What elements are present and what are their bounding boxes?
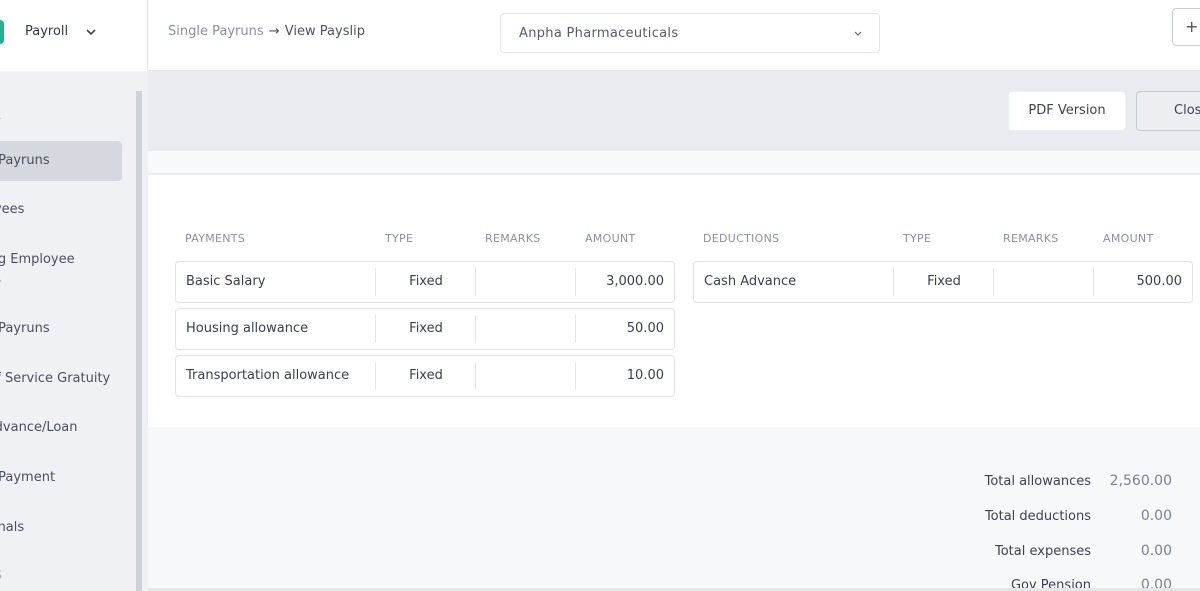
total-deductions-value: 0.00 (1140, 508, 1172, 524)
sidebar-item-label: Of Service Gratuity (0, 371, 111, 386)
deductions-remarks-header: REMARKS (1003, 232, 1059, 245)
deduction-name: Cash Advance (704, 274, 797, 289)
payment-remarks (476, 262, 576, 302)
total-allowances-label: Total allowances (984, 474, 1091, 489)
payment-remarks (476, 356, 576, 396)
sidebar-item-employees[interactable]: oyees (0, 200, 122, 220)
payment-row: Basic Salary Fixed 3,000.00 (175, 261, 675, 303)
brand-switcher[interactable]: Payroll (0, 0, 148, 71)
deduction-type: Fixed (927, 274, 961, 289)
pdf-version-button[interactable]: PDF Version (1008, 91, 1126, 131)
close-button[interactable]: Close (1136, 91, 1200, 131)
top-bar: Payroll Single Payruns → View Payslip An… (0, 0, 1200, 71)
sidebar-item-bulk-payruns[interactable]: e Payruns (0, 319, 122, 339)
sidebar-item-additionals[interactable]: ionals (0, 518, 122, 538)
brand-logo (0, 20, 4, 44)
sidebar-item-end-of-service-gratuity[interactable]: Of Service Gratuity (0, 369, 122, 389)
payments-remarks-header: REMARKS (485, 232, 541, 245)
payment-amount: 50.00 (626, 321, 664, 336)
sidebar-item-advance-loan[interactable]: Advance/Loan (0, 418, 122, 438)
breadcrumb-arrow-icon: → (268, 24, 280, 39)
total-allowances-value: 2,560.00 (1109, 473, 1172, 489)
sidebar: LL e Payruns oyees ing Employee gs e Payr… (0, 71, 148, 591)
deduction-remarks (994, 262, 1094, 302)
payment-type: Fixed (409, 274, 443, 289)
sidebar-item-label: ionals (0, 520, 25, 535)
brand-name: Payroll (25, 24, 69, 39)
sidebar-item-pending-employee-settings[interactable]: ing Employee gs (0, 250, 122, 290)
payment-type: Fixed (409, 368, 443, 383)
payment-row: Transportation allowance Fixed 10.00 (175, 355, 675, 397)
payment-amount: 10.00 (626, 368, 664, 383)
chevron-down-icon (854, 31, 862, 36)
deduction-row: Cash Advance Fixed 500.00 (693, 261, 1193, 303)
plus-icon: + (1185, 17, 1199, 36)
sidebar-item-label: oyees (0, 202, 25, 217)
sidebar-item-label: ing Employee (0, 252, 75, 267)
breadcrumb-current: View Payslip (284, 24, 365, 39)
payment-name: Transportation allowance (186, 368, 350, 383)
payment-name: Basic Salary (186, 274, 266, 289)
sidebar-item-label: e Payruns (0, 153, 50, 168)
total-expenses-value: 0.00 (1140, 543, 1172, 559)
payments-type-header: TYPE (385, 232, 414, 245)
chevron-down-icon (86, 29, 96, 36)
deduction-amount: 500.00 (1136, 274, 1183, 289)
total-expenses-label: Total expenses (995, 544, 1091, 559)
payment-row: Housing allowance Fixed 50.00 (175, 308, 675, 350)
sidebar-scrollbar[interactable] (136, 91, 142, 591)
breadcrumb: Single Payruns → View Payslip (168, 24, 365, 39)
payments-amount-header: AMOUNT (585, 232, 636, 245)
payment-type: Fixed (409, 321, 443, 336)
sidebar-section-title: LL (0, 108, 1, 122)
sidebar-item-label-line2: gs (0, 272, 1, 287)
sidebar-item-label: Advance/Loan (0, 420, 78, 435)
add-button[interactable]: + (1172, 8, 1200, 46)
payment-remarks (476, 309, 576, 349)
company-select[interactable]: Anpha Pharmaceuticals (500, 13, 880, 53)
company-select-value: Anpha Pharmaceuticals (519, 26, 679, 41)
payment-name: Housing allowance (186, 321, 309, 336)
sidebar-item-label: e Payment (0, 470, 56, 485)
sidebar-item-payment[interactable]: e Payment (0, 468, 122, 488)
sidebar-item-single-payruns[interactable]: e Payruns (0, 141, 122, 181)
deductions-amount-header: AMOUNT (1103, 232, 1154, 245)
card-header-strip (148, 151, 1200, 174)
breadcrumb-parent[interactable]: Single Payruns (168, 24, 264, 39)
payment-amount: 3,000.00 (606, 274, 664, 289)
total-deductions-label: Total deductions (984, 509, 1091, 524)
sidebar-item-label: e Payruns (0, 321, 50, 336)
deductions-type-header: TYPE (903, 232, 932, 245)
deductions-header: DEDUCTIONS (703, 232, 780, 245)
payments-header: PAYMENTS (185, 232, 246, 245)
sidebar-section-muted: TS (0, 568, 3, 582)
